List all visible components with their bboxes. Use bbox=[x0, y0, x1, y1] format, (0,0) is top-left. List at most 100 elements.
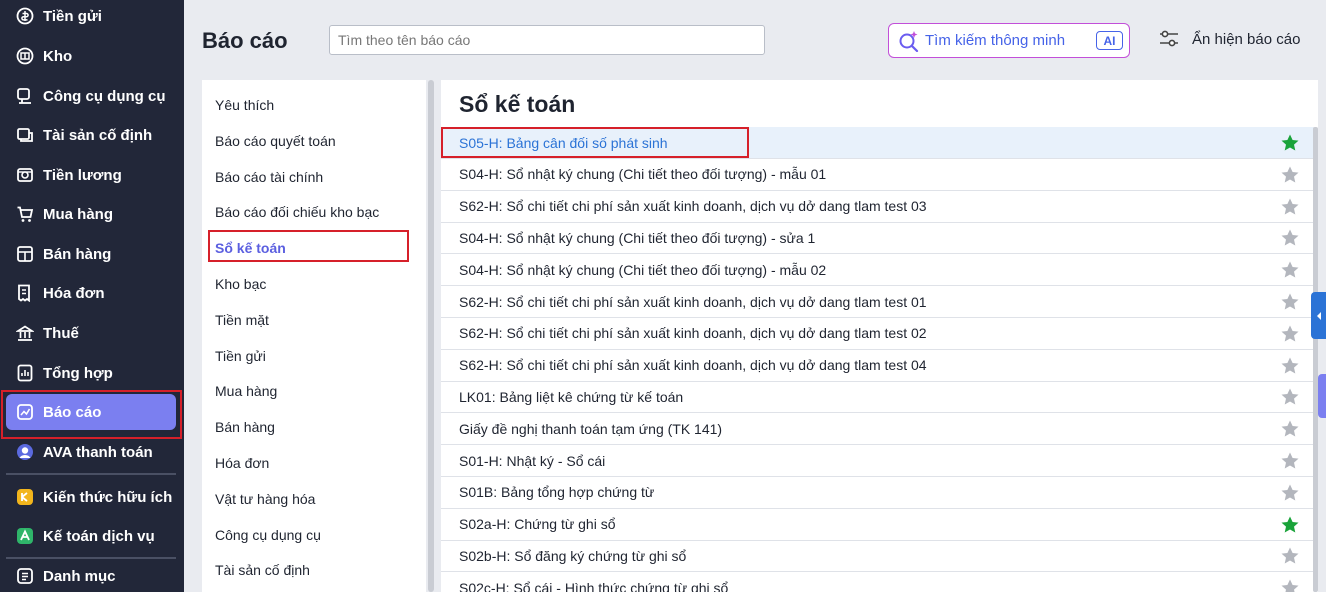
report-row[interactable]: S04-H: Sổ nhật ký chung (Chi tiết theo đ… bbox=[441, 159, 1314, 191]
sidebar-item-label: AVA thanh toán bbox=[43, 443, 153, 461]
category-item[interactable]: Tiền mặt bbox=[215, 312, 269, 328]
collapse-panel-tab[interactable] bbox=[1311, 292, 1326, 339]
star-icon[interactable] bbox=[1280, 546, 1300, 566]
report-row[interactable]: S01-H: Nhật ký - Sổ cái bbox=[441, 445, 1314, 477]
star-icon[interactable] bbox=[1280, 356, 1300, 376]
star-icon[interactable] bbox=[1280, 260, 1300, 280]
warehouse-icon bbox=[16, 47, 34, 65]
report-row[interactable]: Giấy đề nghị thanh toán tạm ứng (TK 141) bbox=[441, 413, 1314, 446]
sidebar-item-5[interactable]: Tiền lương bbox=[6, 157, 176, 193]
report-list-title: Sổ kế toán bbox=[459, 91, 576, 117]
ava-avatar-icon bbox=[16, 443, 34, 461]
toggle-reports-label: Ẩn hiện báo cáo bbox=[1192, 30, 1301, 48]
tax-icon bbox=[16, 324, 34, 342]
report-row-name: S02b-H: Sổ đăng ký chứng từ ghi sổ bbox=[459, 547, 687, 564]
sidebar-item-10[interactable]: Tổng hợp bbox=[6, 355, 176, 391]
sidebar-item-12[interactable]: AVA thanh toán bbox=[6, 434, 176, 470]
sidebar-item-15[interactable]: Danh mục bbox=[6, 558, 176, 592]
sidebar-item-label: Tài sản cố định bbox=[43, 126, 153, 144]
star-icon[interactable] bbox=[1280, 578, 1300, 592]
star-icon[interactable] bbox=[1280, 419, 1300, 439]
star-icon[interactable] bbox=[1280, 451, 1300, 471]
star-icon[interactable] bbox=[1280, 324, 1300, 344]
category-item[interactable]: Báo cáo quyết toán bbox=[215, 133, 336, 149]
sidebar-item-2[interactable]: Kho bbox=[6, 38, 176, 74]
knowledge-icon bbox=[16, 488, 34, 506]
sidebar-item-label: Danh mục bbox=[43, 567, 116, 585]
report-row-name: S04-H: Sổ nhật ký chung (Chi tiết theo đ… bbox=[459, 261, 827, 278]
sidebar-item-8[interactable]: Hóa đơn bbox=[6, 275, 176, 311]
sidebar-item-4[interactable]: Tài sản cố định bbox=[6, 117, 176, 153]
category-highlight-box bbox=[208, 230, 409, 262]
sidebar: Tiền gửi Kho Công cụ dụng cụ Tài sản cố địn… bbox=[0, 0, 184, 592]
report-row[interactable]: S02a-H: Chứng từ ghi sổ bbox=[441, 509, 1314, 541]
star-icon[interactable] bbox=[1280, 197, 1300, 217]
report-row[interactable]: LK01: Bảng liệt kê chứng từ kế toán bbox=[441, 381, 1314, 414]
sidebar-item-label: Tiền lương bbox=[43, 166, 122, 184]
sidebar-item-3[interactable]: Công cụ dụng cụ bbox=[6, 78, 176, 114]
report-row[interactable]: S62-H: Sổ chi tiết chi phí sản xuất kinh… bbox=[441, 350, 1314, 382]
category-item[interactable]: Công cụ dụng cụ bbox=[215, 527, 321, 543]
category-item[interactable]: Hóa đơn bbox=[215, 455, 269, 471]
sidebar-item-label: Kế toán dịch vụ bbox=[43, 527, 155, 545]
star-filled-icon[interactable] bbox=[1280, 133, 1300, 153]
sidebar-item-7[interactable]: Bán hàng bbox=[6, 236, 176, 272]
fixed-asset-icon bbox=[16, 126, 34, 144]
smart-search-button[interactable]: Tìm kiếm thông minh AI bbox=[888, 23, 1130, 58]
sidebar-item-9[interactable]: Thuế bbox=[6, 315, 176, 351]
tools-icon bbox=[16, 87, 34, 105]
report-row-name: S04-H: Sổ nhật ký chung (Chi tiết theo đ… bbox=[459, 166, 827, 183]
category-scrollbar[interactable] bbox=[428, 80, 434, 592]
report-row[interactable]: S62-H: Sổ chi tiết chi phí sản xuất kinh… bbox=[441, 286, 1314, 318]
category-item[interactable]: Tài sản cố định bbox=[215, 562, 310, 578]
sidebar-item-label: Kho bbox=[43, 47, 73, 65]
bank-deposit-icon bbox=[16, 7, 34, 25]
report-row-name: S02a-H: Chứng từ ghi sổ bbox=[459, 516, 616, 533]
star-filled-icon[interactable] bbox=[1280, 515, 1300, 535]
sidebar-item-label: Thuế bbox=[43, 324, 79, 342]
summary-icon bbox=[16, 364, 34, 382]
invoice-icon bbox=[16, 284, 34, 302]
category-item[interactable]: Bán hàng bbox=[215, 419, 275, 435]
report-row[interactable]: S04-H: Sổ nhật ký chung (Chi tiết theo đ… bbox=[441, 254, 1314, 287]
category-item[interactable]: Yêu thích bbox=[215, 97, 274, 113]
report-row[interactable]: S62-H: Sổ chi tiết chi phí sản xuất kinh… bbox=[441, 191, 1314, 223]
report-row-name: S62-H: Sổ chi tiết chi phí sản xuất kinh… bbox=[459, 293, 927, 310]
sliders-icon bbox=[1160, 30, 1178, 47]
star-icon[interactable] bbox=[1280, 483, 1300, 503]
sidebar-divider bbox=[6, 557, 176, 559]
sidebar-highlight-box bbox=[1, 390, 182, 439]
category-item[interactable]: Báo cáo đối chiếu kho bạc bbox=[215, 204, 379, 220]
sidebar-item-6[interactable]: Mua hàng bbox=[6, 196, 176, 232]
search-input[interactable] bbox=[329, 25, 765, 55]
cart-icon bbox=[16, 205, 34, 223]
report-row[interactable]: S04-H: Sổ nhật ký chung (Chi tiết theo đ… bbox=[441, 222, 1314, 255]
report-row-name: S02c-H: Sổ cái - Hình thức chứng từ ghi … bbox=[459, 579, 729, 592]
star-icon[interactable] bbox=[1280, 387, 1300, 407]
star-icon[interactable] bbox=[1280, 165, 1300, 185]
toggle-reports-button[interactable]: Ẩn hiện báo cáo bbox=[1158, 29, 1300, 49]
report-row[interactable]: S02b-H: Sổ đăng ký chứng từ ghi sổ bbox=[441, 540, 1314, 573]
report-row-name: S01-H: Nhật ký - Sổ cái bbox=[459, 452, 606, 469]
category-item[interactable]: Báo cáo tài chính bbox=[215, 169, 323, 185]
sidebar-item-14[interactable]: Kế toán dịch vụ bbox=[6, 518, 176, 554]
sidebar-item-label: Kiến thức hữu ích bbox=[43, 488, 173, 506]
report-row[interactable]: S01B: Bảng tổng hợp chứng từ bbox=[441, 477, 1314, 509]
category-item[interactable]: Tiền gửi bbox=[215, 348, 266, 364]
sidebar-item-1[interactable]: Tiền gửi bbox=[6, 0, 176, 34]
category-item[interactable]: Vật tư hàng hóa bbox=[215, 491, 315, 507]
salary-icon bbox=[16, 166, 34, 184]
catalog-icon bbox=[16, 567, 34, 585]
star-icon[interactable] bbox=[1280, 228, 1300, 248]
report-row[interactable]: S02c-H: Sổ cái - Hình thức chứng từ ghi … bbox=[441, 572, 1314, 592]
category-item[interactable]: Mua hàng bbox=[215, 383, 277, 399]
report-list-scrollbar[interactable] bbox=[1313, 127, 1318, 592]
side-drawer-tab[interactable] bbox=[1318, 374, 1326, 418]
category-item[interactable]: Kho bạc bbox=[215, 276, 266, 292]
report-row[interactable]: S62-H: Sổ chi tiết chi phí sản xuất kinh… bbox=[441, 318, 1314, 350]
ai-badge: AI bbox=[1096, 31, 1123, 50]
sidebar-item-label: Bán hàng bbox=[43, 245, 112, 263]
star-icon[interactable] bbox=[1280, 292, 1300, 312]
sparkle-search-icon bbox=[899, 30, 919, 52]
sidebar-item-13[interactable]: Kiến thức hữu ích bbox=[6, 479, 176, 515]
